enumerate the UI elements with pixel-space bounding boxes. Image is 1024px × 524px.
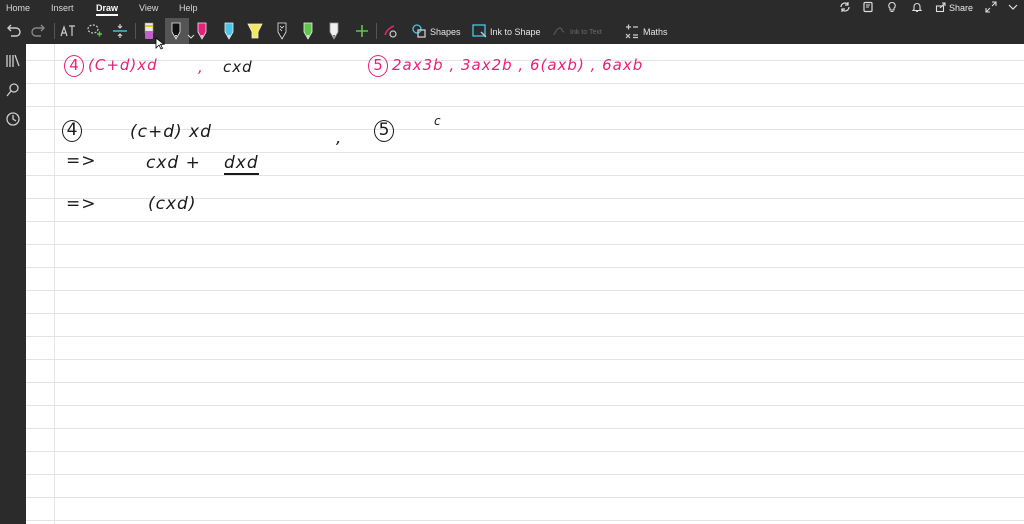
black-ink-line3: (cxd) [148,194,197,214]
menu-help[interactable]: Help [179,2,198,14]
search-icon[interactable] [4,81,22,99]
ruled-line [26,520,1024,521]
toolbar-separator [54,23,55,39]
ink-expression: (C+d)xd [88,56,158,74]
menu-view[interactable]: View [139,2,158,14]
lightbulb-icon[interactable] [886,1,898,13]
ruled-line [26,313,1024,314]
notebook-icon[interactable] [862,1,874,13]
add-space-icon[interactable] [110,21,130,41]
black-ink-line2a: cxd + [146,153,201,173]
black-ink-cxd: cxd [223,58,253,76]
ruled-line [26,382,1024,383]
ruled-line [26,359,1024,360]
yellow-highlighter-icon[interactable] [245,21,265,41]
ruled-line [26,405,1024,406]
type-select-icon[interactable] [58,21,78,41]
menu-bar: Home Insert Draw View Help Share [0,0,1024,16]
menu-home[interactable]: Home [6,2,30,14]
maths-icon[interactable] [622,21,642,41]
share-icon[interactable] [935,1,947,13]
circled-number: 5 [368,55,388,77]
shapes-icon[interactable] [409,21,429,41]
undo-icon[interactable] [3,21,23,41]
black-ink-arrow1: => [66,151,97,171]
ruled-line [26,267,1024,268]
circled-number: 4 [62,120,82,142]
toolbar-separator [376,23,377,39]
black-ink-comma: , [336,128,343,148]
ink-to-shape-icon[interactable] [470,21,490,41]
ruled-line [26,336,1024,337]
bell-icon[interactable] [911,1,923,13]
black-ink-line2b: dxd [224,153,259,175]
ink-to-shape-button[interactable]: Ink to Shape [490,27,541,38]
black-ink-line1: (c+d) xd [130,122,212,142]
circled-number: 5 [374,120,394,142]
pink-ink-q5: 5 2ax3b , 3ax2b , 6(axb) , 6axb [368,55,643,77]
ink-expression: 2ax3b , 3ax2b , 6(axb) , 6axb [392,56,644,74]
ink-replay-icon[interactable] [380,21,400,41]
recent-clock-icon[interactable] [4,110,22,128]
menu-insert[interactable]: Insert [51,2,74,14]
ink-to-text-button: Ink to Text [570,29,602,36]
sync-icon[interactable] [839,1,851,13]
ruled-line [26,451,1024,452]
ruled-line [26,221,1024,222]
ruled-line [26,474,1024,475]
shapes-button[interactable]: Shapes [430,27,461,38]
ruled-line [26,175,1024,176]
underlined-term: dxd [224,153,259,175]
page-margin-line [54,44,55,524]
mouse-cursor-icon [155,37,165,50]
add-pen-icon[interactable] [352,21,372,41]
black-ink-mark: c [434,114,442,128]
maths-button[interactable]: Maths [643,27,668,38]
share-button-label[interactable]: Share [949,2,973,14]
note-page-canvas[interactable]: 4 (C+d)xd , cxd 5 2ax3b , 3ax2b , 6(axb) ,… [26,44,1024,524]
white-pen-icon[interactable] [324,21,344,41]
redo-icon[interactable] [29,21,49,41]
pink-ink-q4: 4 (C+d)xd [64,55,158,77]
ruled-line [26,428,1024,429]
ruled-line [26,106,1024,107]
ink-to-text-icon [553,27,565,36]
draw-toolbar: Shapes Ink to Shape Ink to Text Maths [0,18,1024,44]
black-ink-arrow2: => [66,194,97,214]
pink-ink-comma: , [198,58,204,76]
ruled-line [26,497,1024,498]
ruled-line [26,83,1024,84]
pink-pen-icon[interactable] [192,21,212,41]
left-navigation-rail [0,44,26,524]
black-ink-q4-number: 4 [62,120,86,142]
green-pen-icon[interactable] [298,21,318,41]
lasso-select-icon[interactable] [84,21,104,41]
active-tab-underline [96,14,118,16]
cyan-pen-icon[interactable] [219,21,239,41]
expand-icon[interactable] [985,1,997,13]
ruled-line [26,290,1024,291]
toolbar-separator [135,23,136,39]
galaxy-pen-icon[interactable] [272,21,292,41]
ruled-line [26,244,1024,245]
chevron-down-icon[interactable] [1007,1,1019,13]
menu-draw[interactable]: Draw [96,2,118,14]
circled-number: 4 [64,55,84,77]
black-ink-q5-number: 5 [374,120,398,142]
ribbon: Home Insert Draw View Help Share Shapes … [0,0,1024,44]
notebooks-icon[interactable] [4,52,22,70]
